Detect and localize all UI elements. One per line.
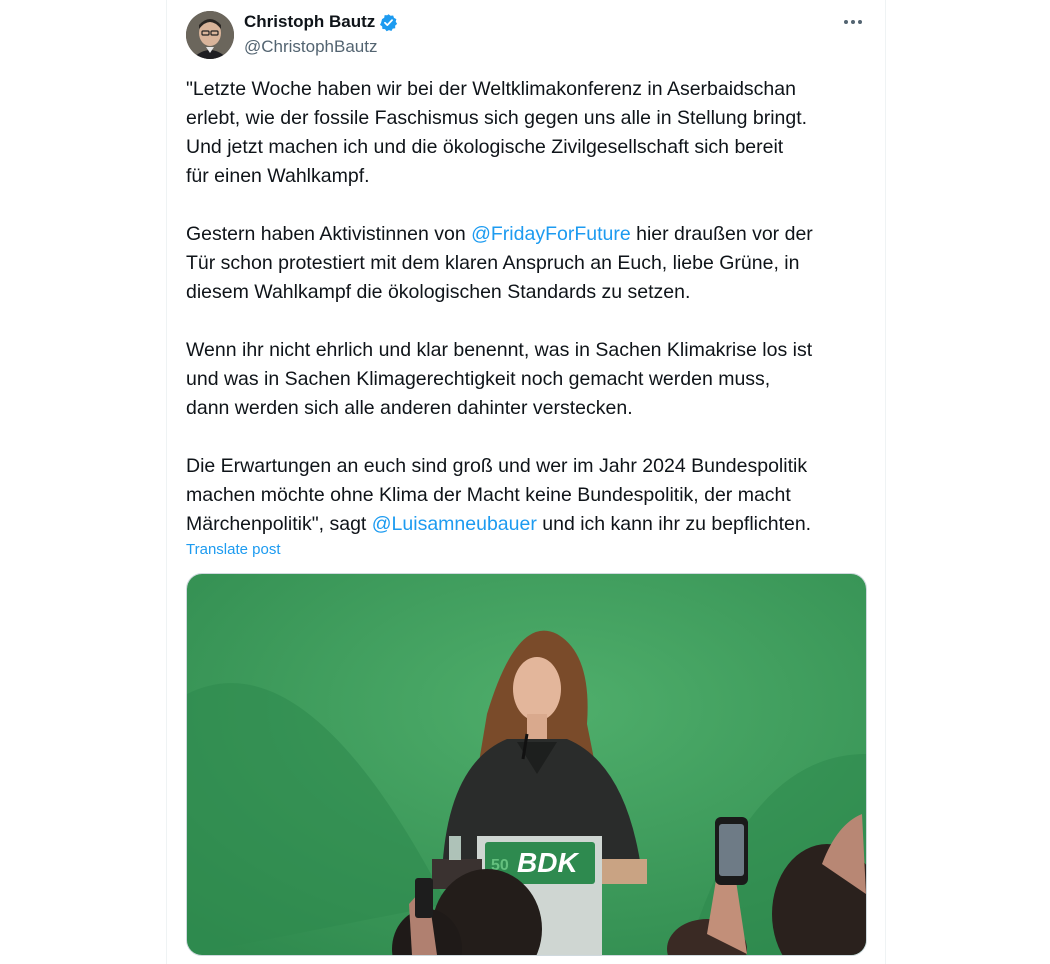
stage-photo: BDK 50 bbox=[187, 574, 866, 955]
mention-link-fridayforfuture[interactable]: @FridayForFuture bbox=[471, 223, 631, 245]
post-line: dann werden sich alle anderen dahinter v… bbox=[186, 397, 633, 419]
post-media-image[interactable]: BDK 50 bbox=[186, 573, 867, 956]
mention-link-luisamneubauer[interactable]: @Luisamneubauer bbox=[372, 513, 537, 535]
post-line: machen möchte ohne Klima der Macht keine… bbox=[186, 484, 791, 506]
post-line: Wenn ihr nicht ehrlich und klar benennt,… bbox=[186, 339, 813, 361]
more-options-button[interactable] bbox=[841, 10, 865, 34]
post-line: und was in Sachen Klimagerechtigkeit noc… bbox=[186, 368, 771, 390]
post-line: erlebt, wie der fossile Faschismus sich … bbox=[186, 107, 808, 129]
podium-bdk-text: BDK bbox=[517, 847, 579, 878]
author-name-row: Christoph Bautz bbox=[244, 12, 398, 32]
post-card: Christoph Bautz @ChristophBautz "Letzte … bbox=[166, 0, 886, 964]
post-text-segment: und ich kann ihr zu bepflichten. bbox=[536, 513, 812, 535]
post-line: Gestern haben Aktivistinnen von @FridayF… bbox=[186, 220, 876, 249]
author-name[interactable]: Christoph Bautz bbox=[244, 12, 375, 32]
translate-post-link[interactable]: Translate post bbox=[186, 541, 281, 558]
post-text-segment: Märchenpolitik", sagt bbox=[186, 513, 372, 535]
post-line: Märchenpolitik", sagt @Luisamneubauer un… bbox=[186, 510, 876, 539]
more-dots-icon bbox=[844, 20, 862, 24]
post-line: Tür schon protestiert mit dem klaren Ans… bbox=[186, 252, 800, 274]
post-line: Die Erwartungen an euch sind groß und we… bbox=[186, 455, 808, 477]
author-handle[interactable]: @ChristophBautz bbox=[244, 37, 378, 57]
post-line: diesem Wahlkampf die ökologischen Standa… bbox=[186, 281, 691, 303]
post-line: Und jetzt machen ich und die ökologische… bbox=[186, 136, 784, 158]
post-text-segment: Gestern haben Aktivistinnen von bbox=[186, 223, 472, 245]
post-line: für einen Wahlkampf. bbox=[186, 165, 370, 187]
post-line: "Letzte Woche haben wir bei der Weltklim… bbox=[186, 78, 796, 100]
post-text: "Letzte Woche haben wir bei der Weltklim… bbox=[186, 75, 876, 539]
avatar-image bbox=[186, 11, 234, 59]
post-text-segment: hier draußen vor der bbox=[630, 223, 813, 245]
verified-badge-icon bbox=[379, 13, 398, 32]
avatar[interactable] bbox=[186, 11, 234, 59]
